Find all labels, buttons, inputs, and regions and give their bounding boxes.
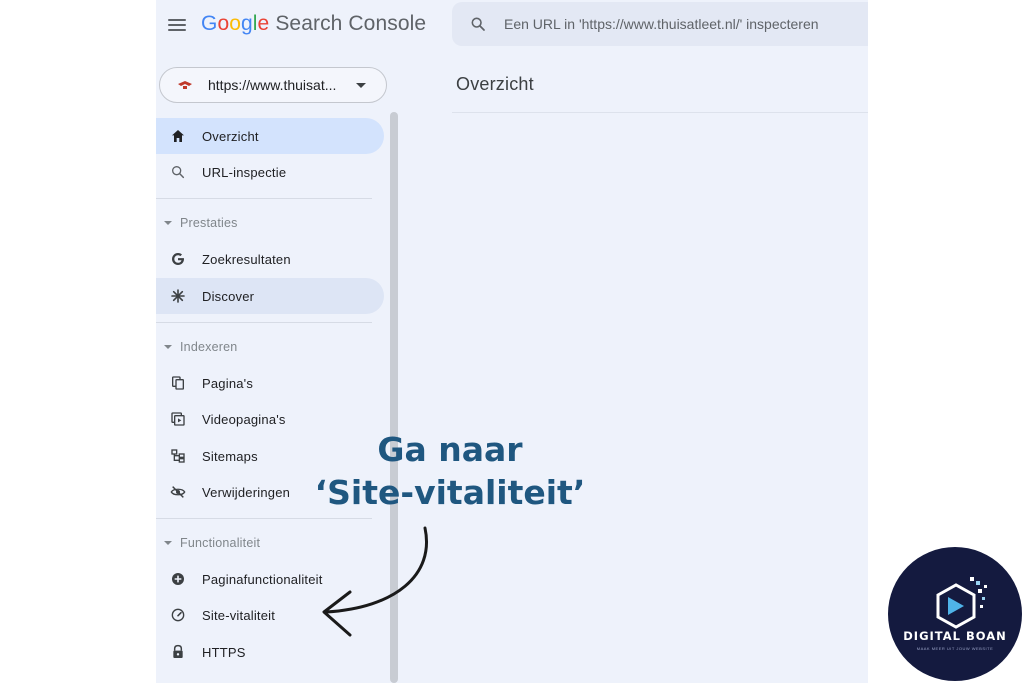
add-circle-icon bbox=[172, 572, 184, 585]
logo-letter: o bbox=[217, 12, 230, 35]
lock-icon bbox=[173, 644, 183, 658]
badge-brand-text: DIGITAL BOAN bbox=[903, 629, 1007, 643]
search-console-screenshot: Google Search Console https://www.thuisat… bbox=[156, 0, 868, 683]
logo-letter: e bbox=[257, 12, 270, 35]
arrow-icon bbox=[322, 526, 428, 637]
digital-boan-badge: DIGITAL BOAN MAAK MEER UIT JOUW WEBSITE bbox=[888, 547, 1022, 681]
search-icon[interactable] bbox=[470, 16, 486, 32]
property-url: https://www.thuisat... bbox=[208, 77, 337, 93]
badge-tagline: MAAK MEER UIT JOUW WEBSITE bbox=[916, 646, 994, 651]
asterisk-icon bbox=[171, 288, 185, 303]
sidebar-item-label: Site-vitaliteit bbox=[202, 608, 276, 624]
sidebar-divider bbox=[156, 198, 372, 200]
sidebar-item-label: Zoekresultaten bbox=[202, 252, 291, 268]
app-logo[interactable]: Google Search Console bbox=[201, 12, 426, 36]
product-name: Search Console bbox=[275, 12, 427, 35]
collapse-arrow-icon bbox=[164, 221, 172, 226]
sidebar-item-label: Paginafunctionaliteit bbox=[202, 571, 323, 587]
sidebar-item-discover[interactable]: Discover bbox=[156, 277, 384, 314]
pages-icon bbox=[172, 376, 184, 390]
url-inspect-input[interactable] bbox=[504, 12, 864, 36]
video-pages-icon bbox=[171, 412, 185, 426]
logo-letter: G bbox=[201, 12, 218, 35]
search-icon bbox=[172, 166, 185, 179]
play-logo-icon bbox=[936, 577, 987, 629]
sidebar-item-label: Discover bbox=[202, 288, 255, 304]
home-icon bbox=[172, 130, 184, 142]
sidebar-item-label: URL-inspectie bbox=[202, 165, 287, 181]
page-title: Overzicht bbox=[456, 74, 534, 94]
speedometer-icon bbox=[171, 609, 185, 622]
sidebar-section-prestaties[interactable]: Prestaties bbox=[156, 205, 384, 241]
sidebar-divider bbox=[156, 517, 372, 519]
dropdown-caret-icon bbox=[356, 83, 366, 88]
annotation-line-2: ‘Site-vitaliteit’ bbox=[314, 473, 586, 512]
sidebar-item-zoekresultaten[interactable]: Zoekresultaten bbox=[156, 241, 384, 277]
sidebar-item-label: Sitemaps bbox=[202, 448, 258, 464]
section-title: Functionaliteit bbox=[180, 535, 261, 550]
sidebar-item-label: Videopagina's bbox=[202, 412, 286, 428]
hamburger-menu-icon[interactable] bbox=[168, 16, 186, 32]
url-inspect-search-bar[interactable] bbox=[452, 2, 868, 46]
sidebar-item-label: Pagina's bbox=[202, 375, 254, 391]
logo-letter: g bbox=[241, 12, 253, 35]
sidebar-item-label: HTTPS bbox=[202, 644, 246, 660]
sidebar-item-pagina-s[interactable]: Pagina's bbox=[156, 365, 384, 401]
google-g-icon bbox=[172, 253, 184, 266]
collapse-arrow-icon bbox=[164, 540, 172, 545]
sidebar-item-url-inspectie[interactable]: URL-inspectie bbox=[156, 154, 384, 190]
sidebar-item-label: Overzicht bbox=[202, 129, 259, 144]
logo-letter: o bbox=[229, 12, 241, 35]
site-favicon-icon bbox=[178, 81, 192, 89]
section-title: Prestaties bbox=[180, 216, 238, 231]
sitemap-icon bbox=[171, 448, 185, 463]
eye-off-icon bbox=[170, 486, 186, 498]
sidebar-item-overzicht[interactable]: Overzicht bbox=[156, 118, 384, 154]
section-title: Indexeren bbox=[180, 339, 238, 354]
collapse-arrow-icon bbox=[164, 344, 172, 349]
annotation-callout: Ga naar ‘Site-vitaliteit’ bbox=[300, 428, 600, 514]
sidebar-item-label: Verwijderingen bbox=[202, 484, 291, 500]
property-selector[interactable]: https://www.thuisat... bbox=[159, 67, 387, 103]
title-divider bbox=[452, 112, 868, 113]
annotation-line-1: Ga naar bbox=[377, 430, 523, 469]
google-wordmark: Google bbox=[201, 12, 269, 35]
sidebar-divider bbox=[156, 321, 372, 323]
sidebar-section-indexeren[interactable]: Indexeren bbox=[156, 329, 384, 365]
